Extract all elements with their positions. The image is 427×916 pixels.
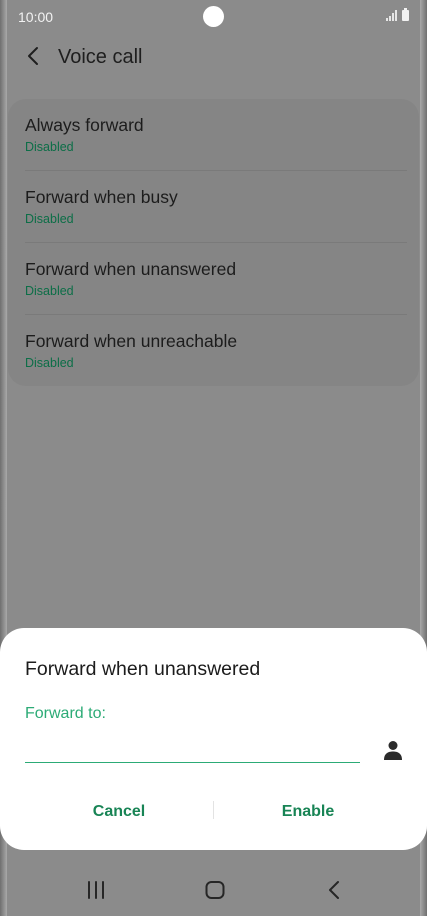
signal-icon	[386, 10, 397, 21]
home-icon[interactable]	[203, 878, 227, 902]
list-item-title: Forward when unanswered	[25, 259, 237, 279]
cancel-button[interactable]: Cancel	[44, 794, 194, 830]
status-time: 10:00	[18, 9, 54, 25]
phone-screen: 10:00 Voice call Always forward Disabled…	[0, 0, 427, 916]
list-item-forward-when-unanswered[interactable]: Forward when unanswered Disabled	[25, 243, 395, 315]
enable-button[interactable]: Enable	[233, 794, 383, 830]
forward-number-input[interactable]	[25, 736, 360, 763]
list-item-status: Disabled	[25, 140, 74, 154]
list-item-title: Forward when busy	[25, 187, 178, 207]
forward-dialog: Forward when unanswered Forward to: Canc…	[0, 628, 427, 850]
status-bar: 10:00	[0, 0, 427, 34]
dialog-title: Forward when unanswered	[25, 658, 261, 680]
battery-icon	[402, 8, 409, 21]
camera-cutout	[203, 6, 224, 27]
page-title: Voice call	[58, 46, 143, 68]
list-item-title: Forward when unreachable	[25, 331, 238, 351]
app-bar: Voice call	[0, 38, 427, 76]
list-item-status: Disabled	[25, 212, 74, 226]
navigation-bar	[0, 862, 427, 916]
chevron-left-icon[interactable]	[22, 44, 46, 68]
list-item-status: Disabled	[25, 284, 74, 298]
list-item-always-forward[interactable]: Always forward Disabled	[25, 99, 395, 171]
forward-to-label: Forward to:	[25, 705, 106, 722]
list-item-status: Disabled	[25, 356, 74, 370]
list-item-forward-when-unreachable[interactable]: Forward when unreachable Disabled	[25, 315, 395, 387]
list-item-title: Always forward	[25, 115, 144, 135]
status-icons	[386, 8, 409, 21]
call-forwarding-list: Always forward Disabled Forward when bus…	[8, 99, 419, 386]
person-icon[interactable]	[381, 738, 405, 762]
recents-icon[interactable]	[84, 878, 108, 902]
back-icon[interactable]	[323, 878, 347, 902]
list-item-forward-when-busy[interactable]: Forward when busy Disabled	[25, 171, 395, 243]
button-divider	[213, 801, 214, 819]
